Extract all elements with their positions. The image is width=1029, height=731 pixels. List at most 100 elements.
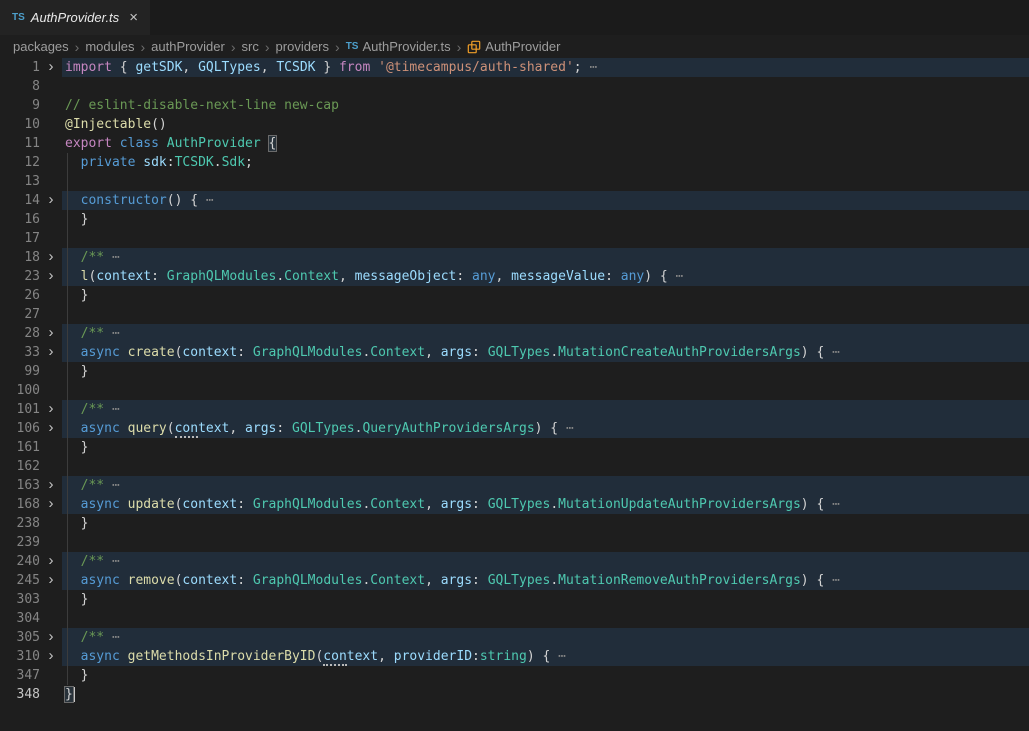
code-line-1[interactable]: 1›import { getSDK, GQLTypes, TCSDK } fro…	[0, 58, 1029, 77]
code-line-33[interactable]: 33› async create(context: GraphQLModules…	[0, 343, 1029, 362]
gutter: 12	[0, 153, 62, 172]
breadcrumb-item-packages[interactable]: packages	[13, 39, 69, 54]
gutter: 162	[0, 457, 62, 476]
code-line-161[interactable]: 161 }	[0, 438, 1029, 457]
fold-chevron-icon[interactable]: ›	[40, 571, 62, 590]
fold-chevron-icon[interactable]: ›	[40, 419, 62, 438]
fold-spacer	[40, 229, 62, 248]
code-line-240[interactable]: 240› /** ⋯	[0, 552, 1029, 571]
code-line-163[interactable]: 163› /** ⋯	[0, 476, 1029, 495]
code-line-23[interactable]: 23› l(context: GraphQLModules.Context, m…	[0, 267, 1029, 286]
gutter: 106›	[0, 419, 62, 438]
code-line-28[interactable]: 28› /** ⋯	[0, 324, 1029, 343]
line-number: 101	[0, 400, 40, 419]
breadcrumb-item-modules[interactable]: modules	[85, 39, 134, 54]
fold-chevron-icon[interactable]: ›	[40, 400, 62, 419]
line-number: 100	[0, 381, 40, 400]
code-editor[interactable]: 1›import { getSDK, GQLTypes, TCSDK } fro…	[0, 58, 1029, 731]
code-text: async remove(context: GraphQLModules.Con…	[62, 571, 1029, 590]
gutter: 240›	[0, 552, 62, 571]
line-number: 9	[0, 96, 40, 115]
fold-chevron-icon[interactable]: ›	[40, 324, 62, 343]
code-lines: 1›import { getSDK, GQLTypes, TCSDK } fro…	[0, 58, 1029, 704]
fold-spacer	[40, 305, 62, 324]
breadcrumb-separator: ›	[140, 39, 145, 55]
code-line-348[interactable]: 348}	[0, 685, 1029, 704]
code-text: }	[62, 666, 1029, 685]
gutter: 1›	[0, 58, 62, 77]
code-line-245[interactable]: 245› async remove(context: GraphQLModule…	[0, 571, 1029, 590]
fold-spacer	[40, 514, 62, 533]
code-line-12[interactable]: 12 private sdk:TCSDK.Sdk;	[0, 153, 1029, 172]
fold-spacer	[40, 134, 62, 153]
code-line-347[interactable]: 347 }	[0, 666, 1029, 685]
fold-spacer	[40, 666, 62, 685]
code-line-16[interactable]: 16 }	[0, 210, 1029, 229]
code-line-18[interactable]: 18› /** ⋯	[0, 248, 1029, 267]
gutter: 8	[0, 77, 62, 96]
fold-chevron-icon[interactable]: ›	[40, 267, 62, 286]
code-line-106[interactable]: 106› async query(context, args: GQLTypes…	[0, 419, 1029, 438]
code-text	[62, 229, 1029, 248]
breadcrumb-label: providers	[276, 39, 329, 54]
fold-chevron-icon[interactable]: ›	[40, 248, 62, 267]
tab-authprovider-ts[interactable]: TS AuthProvider.ts ×	[0, 0, 150, 35]
fold-chevron-icon[interactable]: ›	[40, 628, 62, 647]
gutter: 27	[0, 305, 62, 324]
fold-chevron-icon[interactable]: ›	[40, 552, 62, 571]
fold-chevron-icon[interactable]: ›	[40, 476, 62, 495]
code-line-238[interactable]: 238 }	[0, 514, 1029, 533]
breadcrumb-item-authprovider[interactable]: AuthProvider	[467, 39, 560, 54]
gutter: 13	[0, 172, 62, 191]
breadcrumb-item-src[interactable]: src	[242, 39, 259, 54]
code-line-305[interactable]: 305› /** ⋯	[0, 628, 1029, 647]
gutter: 23›	[0, 267, 62, 286]
code-line-99[interactable]: 99 }	[0, 362, 1029, 381]
breadcrumb-item-authprovider-ts[interactable]: TSAuthProvider.ts	[346, 39, 451, 54]
fold-spacer	[40, 438, 62, 457]
breadcrumb-separator: ›	[457, 39, 462, 55]
breadcrumb-item-authprovider[interactable]: authProvider	[151, 39, 225, 54]
line-number: 12	[0, 153, 40, 172]
code-line-168[interactable]: 168› async update(context: GraphQLModule…	[0, 495, 1029, 514]
fold-chevron-icon[interactable]: ›	[40, 191, 62, 210]
line-number: 305	[0, 628, 40, 647]
code-line-310[interactable]: 310› async getMethodsInProviderByID(cont…	[0, 647, 1029, 666]
breadcrumb-label: modules	[85, 39, 134, 54]
code-text: import { getSDK, GQLTypes, TCSDK } from …	[62, 58, 1029, 77]
fold-chevron-icon[interactable]: ›	[40, 647, 62, 666]
code-line-9[interactable]: 9// eslint-disable-next-line new-cap	[0, 96, 1029, 115]
code-line-14[interactable]: 14› constructor() { ⋯	[0, 191, 1029, 210]
code-text: }	[62, 286, 1029, 305]
code-line-100[interactable]: 100	[0, 381, 1029, 400]
breadcrumb-item-providers[interactable]: providers	[276, 39, 329, 54]
line-number: 240	[0, 552, 40, 571]
gutter: 238	[0, 514, 62, 533]
code-line-13[interactable]: 13	[0, 172, 1029, 191]
code-line-239[interactable]: 239	[0, 533, 1029, 552]
line-number: 168	[0, 495, 40, 514]
code-line-27[interactable]: 27	[0, 305, 1029, 324]
fold-chevron-icon[interactable]: ›	[40, 343, 62, 362]
fold-chevron-icon[interactable]: ›	[40, 58, 62, 77]
code-line-303[interactable]: 303 }	[0, 590, 1029, 609]
line-number: 238	[0, 514, 40, 533]
line-number: 28	[0, 324, 40, 343]
fold-chevron-icon[interactable]: ›	[40, 495, 62, 514]
code-line-8[interactable]: 8	[0, 77, 1029, 96]
breadcrumb-label: AuthProvider	[485, 39, 560, 54]
code-line-304[interactable]: 304	[0, 609, 1029, 628]
gutter: 161	[0, 438, 62, 457]
code-line-17[interactable]: 17	[0, 229, 1029, 248]
line-number: 162	[0, 457, 40, 476]
code-line-162[interactable]: 162	[0, 457, 1029, 476]
code-line-11[interactable]: 11export class AuthProvider {	[0, 134, 1029, 153]
code-line-10[interactable]: 10@Injectable()	[0, 115, 1029, 134]
fold-spacer	[40, 210, 62, 229]
code-line-101[interactable]: 101› /** ⋯	[0, 400, 1029, 419]
gutter: 11	[0, 134, 62, 153]
code-line-26[interactable]: 26 }	[0, 286, 1029, 305]
line-number: 14	[0, 191, 40, 210]
close-icon[interactable]: ×	[129, 10, 138, 25]
code-text: async getMethodsInProviderByID(context, …	[62, 647, 1029, 666]
